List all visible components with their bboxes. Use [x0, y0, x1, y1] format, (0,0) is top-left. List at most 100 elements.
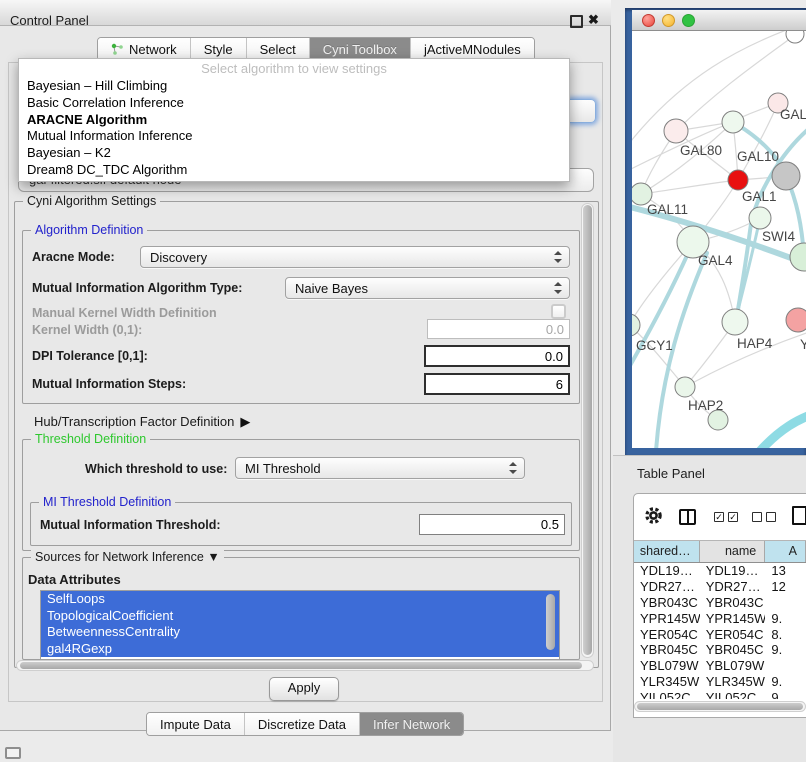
- algorithm-option-basic-correlation-inference[interactable]: Basic Correlation Inference: [19, 95, 569, 112]
- zoom-traffic-light-icon[interactable]: [682, 14, 695, 27]
- algorithm-option-mutual-information-inference[interactable]: Mutual Information Inference: [19, 128, 569, 145]
- settings-horizontal-scrollbar-thumb[interactable]: [20, 662, 582, 669]
- deselect-all-checkbox-icon[interactable]: [766, 512, 776, 522]
- settings-vertical-scrollbar[interactable]: [581, 203, 594, 658]
- table-horizontal-scrollbar[interactable]: [634, 701, 806, 712]
- network-node[interactable]: [749, 207, 771, 229]
- hub-definition-label: Hub/Transcription Factor Definition: [34, 414, 234, 429]
- network-node[interactable]: [632, 314, 640, 336]
- algorithm-option-aracne-algorithm[interactable]: ARACNE Algorithm: [19, 112, 569, 129]
- network-window-titlebar[interactable]: [632, 10, 806, 31]
- minimize-traffic-light-icon[interactable]: [662, 14, 675, 27]
- mi-steps-field[interactable]: [424, 373, 570, 395]
- dpi-tolerance-field[interactable]: [424, 345, 570, 367]
- background-focused-combo[interactable]: [570, 99, 596, 123]
- column-header-a[interactable]: A: [765, 541, 806, 562]
- table-row[interactable]: YBL079WYBL079W: [634, 658, 806, 674]
- table-cell: 9.: [765, 674, 806, 690]
- float-window-icon[interactable]: [570, 15, 583, 28]
- cyni-settings-group-title: Cyni Algorithm Settings: [23, 194, 160, 208]
- aracne-mode-combo[interactable]: Discovery: [140, 246, 570, 268]
- table-row[interactable]: YBR045CYBR045C9.: [634, 642, 806, 658]
- algorithm-option-bayesian-k2[interactable]: Bayesian – K2: [19, 145, 569, 162]
- document-icon[interactable]: [792, 506, 806, 525]
- kernel-width-label: Kernel Width (0,1):: [32, 323, 142, 337]
- select-all-checkbox-icon[interactable]: ✓: [714, 512, 724, 522]
- tab-jactivemnodules[interactable]: jActiveMNodules: [411, 38, 534, 60]
- hub-definition-section[interactable]: Hub/Transcription Factor Definition ▶: [34, 414, 250, 430]
- minimized-panel-icon[interactable]: [5, 747, 21, 759]
- attribute-item-selfloops[interactable]: SelfLoops: [41, 591, 559, 608]
- network-graph[interactable]: GALGAL80GAL10GAL1GAL11SWI4GAL4GCY1HAP4YH…: [632, 31, 806, 448]
- expand-arrow-icon[interactable]: ▶: [240, 414, 250, 430]
- tab-cyni-toolbox[interactable]: Cyni Toolbox: [310, 38, 411, 60]
- network-edge[interactable]: [735, 218, 760, 322]
- bottom-tab-infer-network[interactable]: Infer Network: [360, 713, 463, 735]
- collapse-arrow-icon[interactable]: ▼: [207, 550, 219, 564]
- network-node[interactable]: [772, 162, 800, 190]
- table-cell: 9.: [765, 611, 806, 627]
- tab-network[interactable]: Network: [98, 38, 191, 60]
- network-node[interactable]: [786, 308, 806, 332]
- bottom-tab-impute-data[interactable]: Impute Data: [147, 713, 245, 735]
- attribute-list-scrollbar-thumb[interactable]: [546, 594, 555, 650]
- network-node[interactable]: [728, 170, 748, 190]
- attribute-item-betweennesscentrality[interactable]: BetweennessCentrality: [41, 624, 559, 641]
- mi-type-combo[interactable]: Naive Bayes: [285, 277, 570, 299]
- apply-button[interactable]: Apply: [269, 677, 339, 701]
- node-label: GAL1: [742, 189, 777, 204]
- tab-select[interactable]: Select: [247, 38, 310, 60]
- table-row[interactable]: YER054CYER054C8.: [634, 627, 806, 643]
- network-node[interactable]: [722, 309, 748, 335]
- manual-kernel-checkbox[interactable]: [551, 304, 566, 319]
- node-label: GAL10: [737, 149, 779, 164]
- attribute-item-gal4rgexp[interactable]: gal4RGexp: [41, 641, 559, 658]
- network-node[interactable]: [708, 410, 728, 430]
- algorithm-option-bayesian-hill-climbing[interactable]: Bayesian – Hill Climbing: [19, 78, 569, 95]
- mi-threshold-label: Mutual Information Threshold:: [40, 518, 221, 532]
- gear-icon[interactable]: [644, 506, 663, 530]
- table-row[interactable]: YPR145WYPR145W9.: [634, 611, 806, 627]
- settings-horizontal-scrollbar[interactable]: [16, 660, 594, 671]
- table-horizontal-scrollbar-thumb[interactable]: [637, 703, 803, 710]
- table-row[interactable]: YBR043CYBR043C: [634, 595, 806, 611]
- network-node[interactable]: [722, 111, 744, 133]
- table-cell: YDR27…: [634, 579, 700, 595]
- network-node[interactable]: [786, 31, 804, 43]
- select-all-checkbox-icon[interactable]: ✓: [728, 512, 738, 522]
- algorithm-option-dream8-dc-tdc-algorithm[interactable]: Dream8 DC_TDC Algorithm: [19, 162, 569, 179]
- table-row[interactable]: YDR27…YDR27…12: [634, 579, 806, 595]
- table-cell: YLR345W: [700, 674, 766, 690]
- close-traffic-light-icon[interactable]: [642, 14, 655, 27]
- column-header-shared-[interactable]: shared…: [634, 541, 700, 562]
- table-cell: [765, 595, 806, 611]
- mi-type-label: Mutual Information Algorithm Type:: [32, 281, 242, 295]
- bottom-tab-discretize-data[interactable]: Discretize Data: [245, 713, 360, 735]
- table-cell: YBL079W: [700, 658, 766, 674]
- table-row[interactable]: YIL052CYIL052C9: [634, 690, 806, 699]
- network-node[interactable]: [790, 243, 806, 271]
- close-icon[interactable]: ✖: [588, 12, 599, 28]
- column-header-name[interactable]: name: [700, 541, 766, 562]
- network-node[interactable]: [675, 377, 695, 397]
- network-canvas[interactable]: GALGAL80GAL10GAL1GAL11SWI4GAL4GCY1HAP4YH…: [632, 31, 806, 448]
- threshold-definition-title: Threshold Definition: [31, 432, 150, 446]
- network-node[interactable]: [664, 119, 688, 143]
- data-attributes-label: Data Attributes: [28, 572, 121, 587]
- deselect-all-checkbox-icon[interactable]: [752, 512, 762, 522]
- mi-threshold-field[interactable]: [419, 514, 565, 535]
- kernel-width-field[interactable]: [427, 319, 570, 339]
- table-row[interactable]: YLR345WYLR345W9.: [634, 674, 806, 690]
- tab-style[interactable]: Style: [191, 38, 247, 60]
- control-panel-title: Control Panel: [10, 13, 89, 28]
- node-label: GAL4: [698, 253, 733, 268]
- attribute-item-topologicalcoefficient[interactable]: TopologicalCoefficient: [41, 608, 559, 625]
- columns-icon[interactable]: [679, 509, 696, 525]
- settings-vertical-scrollbar-thumb[interactable]: [583, 205, 592, 655]
- which-threshold-combo[interactable]: MI Threshold: [235, 457, 525, 479]
- table-row[interactable]: YDL19…YDL19…13: [634, 563, 806, 579]
- network-edge[interactable]: [632, 31, 797, 146]
- combo-arrows-icon: [554, 251, 562, 263]
- network-edge[interactable]: [641, 180, 738, 194]
- network-edge[interactable]: [760, 413, 806, 448]
